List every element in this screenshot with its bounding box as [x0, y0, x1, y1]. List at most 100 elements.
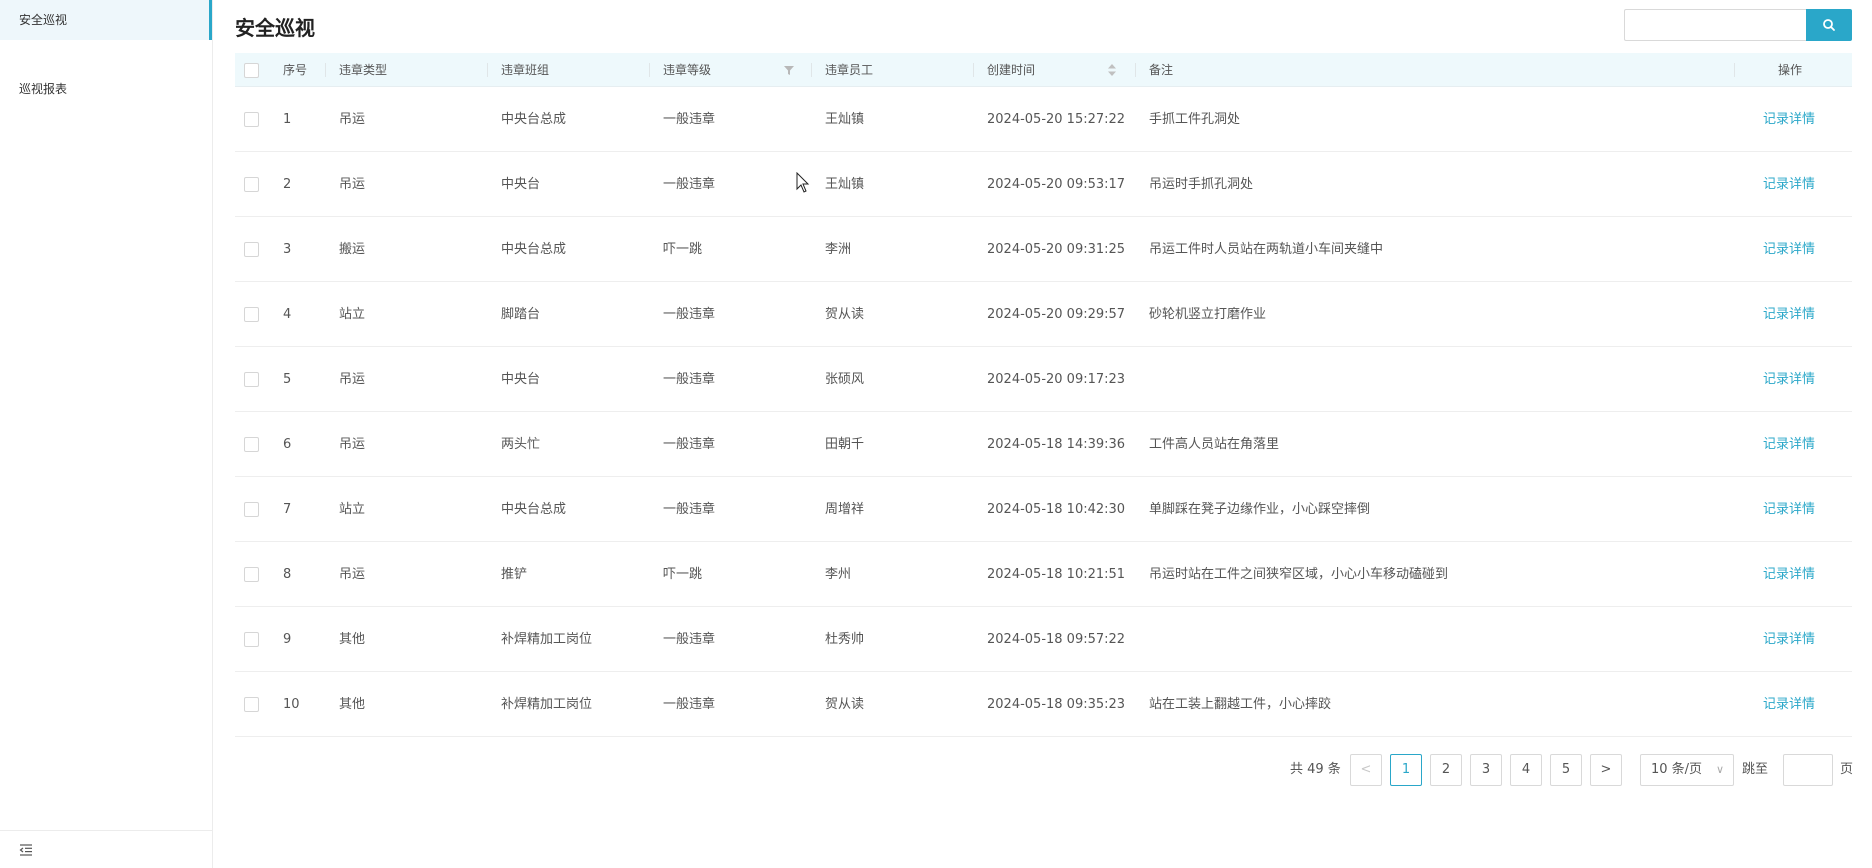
- row-checkbox[interactable]: [244, 177, 259, 192]
- table-row: 7 站立 中央台总成 一般违章 周增祥 2024-05-18 10:42:30 …: [235, 477, 1852, 542]
- column-header-action: 操作: [1734, 53, 1802, 87]
- record-detail-link[interactable]: 记录详情: [1763, 412, 1815, 477]
- filter-icon[interactable]: [784, 66, 794, 75]
- next-page-button[interactable]: >: [1590, 754, 1622, 786]
- cell-index: 8: [283, 567, 292, 582]
- sidebar-item-patrol-report[interactable]: 巡视报表: [0, 69, 212, 109]
- row-checkbox[interactable]: [244, 437, 259, 452]
- cell-level: 一般违章: [663, 502, 716, 517]
- cell-created: 2024-05-20 09:53:17: [987, 177, 1126, 192]
- jump-suffix: 页: [1840, 762, 1854, 777]
- cell-level: 一般违章: [663, 632, 716, 647]
- cell-level: 一般违章: [663, 177, 716, 192]
- page-button-5[interactable]: 5: [1550, 754, 1582, 786]
- jump-label: 跳至: [1742, 762, 1769, 777]
- cell-team: 两头忙: [501, 437, 541, 452]
- row-checkbox[interactable]: [244, 307, 259, 322]
- cell-type: 站立: [339, 502, 366, 517]
- cell-created: 2024-05-18 14:39:36: [987, 437, 1126, 452]
- cell-type: 搬运: [339, 242, 366, 257]
- cell-index: 3: [283, 242, 292, 257]
- chevron-down-icon: ∨: [1715, 763, 1724, 776]
- cell-employee: 李州: [825, 567, 852, 582]
- row-checkbox[interactable]: [244, 697, 259, 712]
- sidebar: 安全巡视 巡视报表: [0, 0, 213, 868]
- row-checkbox[interactable]: [244, 502, 259, 517]
- table-row: 5 吊运 中央台 一般违章 张硕风 2024-05-20 09:17:23 记录…: [235, 347, 1852, 412]
- pagination-total: 共 49 条: [1290, 762, 1341, 777]
- cell-team: 中央台总成: [501, 502, 567, 517]
- search-button[interactable]: [1806, 9, 1852, 41]
- page-title: 安全巡视: [235, 16, 315, 40]
- record-detail-link[interactable]: 记录详情: [1763, 87, 1815, 152]
- cell-type: 吊运: [339, 112, 366, 127]
- cell-index: 1: [283, 112, 292, 127]
- search-input[interactable]: [1624, 9, 1806, 41]
- record-detail-link[interactable]: 记录详情: [1763, 672, 1815, 737]
- cell-index: 9: [283, 632, 292, 647]
- cell-index: 4: [283, 307, 292, 322]
- cell-created: 2024-05-20 09:31:25: [987, 242, 1126, 257]
- cell-created: 2024-05-20 09:17:23: [987, 372, 1126, 387]
- table-row: 4 站立 脚踏台 一般违章 贺从读 2024-05-20 09:29:57 砂轮…: [235, 282, 1852, 347]
- cell-team: 中央台总成: [501, 112, 567, 127]
- jump-page-input[interactable]: [1783, 754, 1833, 786]
- sidebar-item-label: 安全巡视: [19, 13, 68, 27]
- page-size-select[interactable]: 10 条/页 ∨: [1640, 754, 1734, 786]
- row-checkbox[interactable]: [244, 372, 259, 387]
- cell-created: 2024-05-18 10:21:51: [987, 567, 1126, 582]
- search-icon: [1823, 19, 1835, 31]
- sidebar-footer: [0, 830, 212, 868]
- record-detail-link[interactable]: 记录详情: [1763, 607, 1815, 672]
- search-box: [1624, 9, 1852, 41]
- record-detail-link[interactable]: 记录详情: [1763, 542, 1815, 607]
- record-detail-link[interactable]: 记录详情: [1763, 152, 1815, 217]
- sort-icon[interactable]: [1108, 64, 1116, 76]
- record-detail-link[interactable]: 记录详情: [1763, 477, 1815, 542]
- cell-created: 2024-05-18 09:57:22: [987, 632, 1126, 647]
- cell-employee: 杜秀帅: [825, 632, 865, 647]
- row-checkbox[interactable]: [244, 567, 259, 582]
- cell-index: 7: [283, 502, 292, 517]
- record-detail-link[interactable]: 记录详情: [1763, 217, 1815, 282]
- cell-employee: 王灿镇: [825, 112, 865, 127]
- violation-table: 序号 违章类型 违章班组 违章等级 违章员工 创建时间 备注 操作 1 吊运 中…: [235, 53, 1852, 737]
- page-button-1[interactable]: 1: [1390, 754, 1422, 786]
- cell-level: 一般违章: [663, 112, 716, 127]
- cell-remark: 吊运时站在工件之间狭窄区域，小心小车移动磕碰到: [1149, 567, 1449, 582]
- page-button-2[interactable]: 2: [1430, 754, 1462, 786]
- cell-team: 推铲: [501, 567, 528, 582]
- cell-team: 中央台: [501, 372, 541, 387]
- column-header-index: 序号: [283, 63, 308, 77]
- select-all-checkbox[interactable]: [244, 63, 259, 78]
- page-button-4[interactable]: 4: [1510, 754, 1542, 786]
- cell-employee: 周增祥: [825, 502, 865, 517]
- cell-created: 2024-05-18 09:35:23: [987, 697, 1126, 712]
- cell-created: 2024-05-20 15:27:22: [987, 112, 1126, 127]
- row-checkbox[interactable]: [244, 242, 259, 257]
- row-checkbox[interactable]: [244, 632, 259, 647]
- cell-employee: 王灿镇: [825, 177, 865, 192]
- cell-team: 补焊精加工岗位: [501, 632, 593, 647]
- cell-remark: 站在工装上翻越工件，小心摔跤: [1149, 697, 1332, 712]
- record-detail-link[interactable]: 记录详情: [1763, 282, 1815, 347]
- prev-page-button[interactable]: <: [1350, 754, 1382, 786]
- menu-fold-icon[interactable]: [19, 843, 33, 857]
- sidebar-item-safety-patrol[interactable]: 安全巡视: [0, 0, 212, 40]
- column-header-remark: 备注: [1135, 53, 1173, 87]
- cell-level: 吓一跳: [663, 242, 703, 257]
- cell-team: 中央台: [501, 177, 541, 192]
- record-detail-link[interactable]: 记录详情: [1763, 347, 1815, 412]
- page-button-3[interactable]: 3: [1470, 754, 1502, 786]
- cell-index: 6: [283, 437, 292, 452]
- table-row: 1 吊运 中央台总成 一般违章 王灿镇 2024-05-20 15:27:22 …: [235, 87, 1852, 152]
- cell-type: 其他: [339, 632, 366, 647]
- cell-remark: 单脚踩在凳子边缘作业，小心踩空摔倒: [1149, 502, 1371, 517]
- cell-team: 脚踏台: [501, 307, 541, 322]
- chevron-left-icon: <: [1360, 762, 1372, 777]
- column-header-created[interactable]: 创建时间: [973, 53, 1117, 87]
- row-checkbox[interactable]: [244, 112, 259, 127]
- column-header-team: 违章班组: [487, 53, 549, 87]
- cell-employee: 贺从读: [825, 697, 865, 712]
- cell-team: 补焊精加工岗位: [501, 697, 593, 712]
